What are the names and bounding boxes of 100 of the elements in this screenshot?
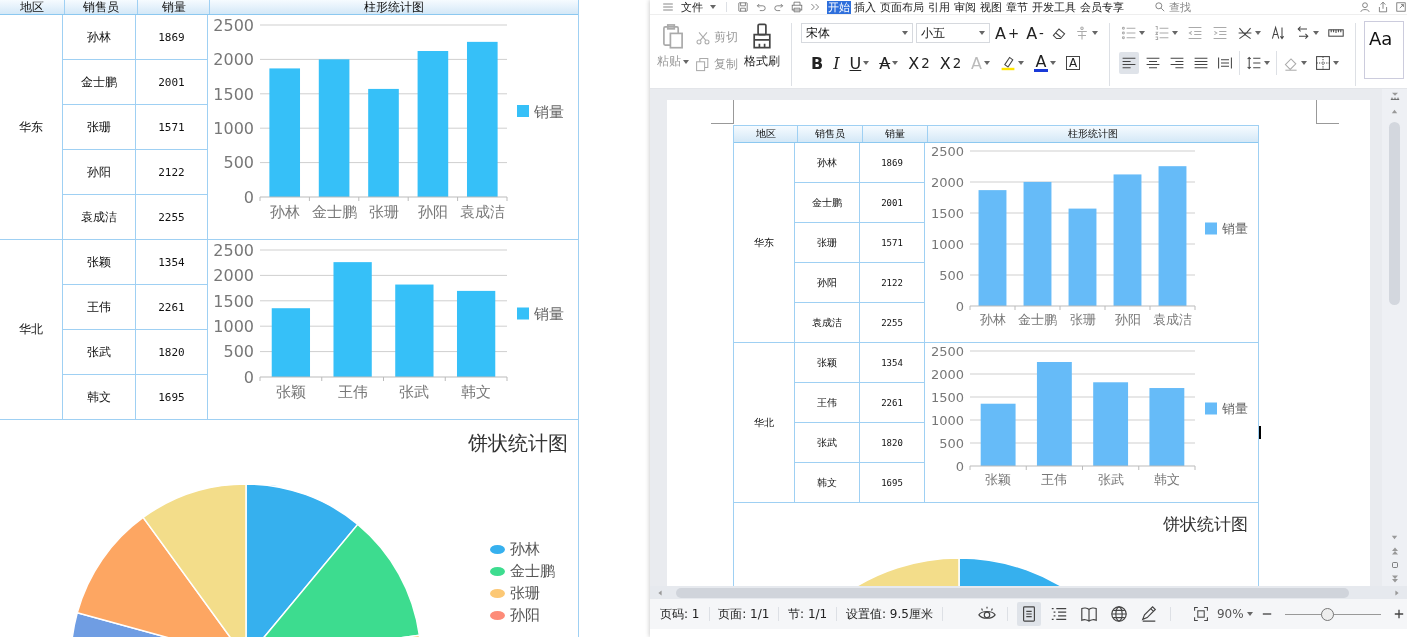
- vertical-scrollbar[interactable]: [1382, 89, 1407, 586]
- axis-label: 2500: [930, 143, 964, 159]
- align-icon: [1120, 55, 1137, 71]
- table-cell: 华北: [0, 240, 63, 419]
- chart-title: 饼状统计图: [1163, 513, 1248, 536]
- style-preview[interactable]: Aa: [1363, 21, 1404, 79]
- ribbon-tab[interactable]: 页面布局: [879, 0, 925, 14]
- axis-label: 500: [223, 342, 254, 362]
- browse-object-icon: [1389, 560, 1400, 570]
- ribbon-tab[interactable]: 开发工具: [1031, 0, 1077, 14]
- axis-label: 孙阳: [417, 203, 448, 221]
- table-cell: 孙林: [63, 15, 136, 59]
- caret-icon: [1300, 61, 1307, 65]
- axis-label: 1500: [930, 205, 964, 221]
- table-cell: 1354: [860, 343, 925, 382]
- column-header: 地区: [0, 0, 65, 14]
- page-view-button[interactable]: [1016, 602, 1041, 626]
- clipboard-button[interactable]: 格式刷: [742, 21, 782, 73]
- table-cell: 王伟: [795, 383, 860, 422]
- ruler-toggle-icon: [1388, 91, 1401, 103]
- line-spacing-icon: [1245, 55, 1262, 71]
- column-header: 柱形统计图: [1067, 127, 1119, 141]
- axis-label: 金士鹏: [1018, 312, 1057, 327]
- italic-button[interactable]: I: [831, 52, 842, 74]
- scroll-up-icon: [1390, 107, 1399, 116]
- search-button[interactable]: 查找: [1153, 0, 1192, 14]
- font-size-dropdown[interactable]: 小五: [916, 23, 990, 43]
- column-header: 销售员: [65, 0, 138, 14]
- table-cell: 2001: [860, 183, 925, 222]
- column-header: 销售员: [798, 126, 863, 142]
- caret-icon: [1332, 61, 1339, 65]
- zoom-dropdown[interactable]: 90%: [1216, 607, 1253, 621]
- axis-label: 张珊: [368, 203, 399, 221]
- axis-label: 2000: [213, 266, 254, 286]
- table-cell: 华东: [0, 15, 63, 239]
- more-icon: [809, 1, 821, 13]
- caret-icon: [1312, 31, 1319, 35]
- table-cell: 孙林: [795, 143, 860, 182]
- align-left-button[interactable]: [1118, 52, 1139, 74]
- axis-label: 1000: [213, 316, 254, 336]
- globe-icon: [1109, 605, 1128, 623]
- ribbon-tab[interactable]: 审阅: [953, 0, 977, 14]
- axis-label: 0: [243, 187, 254, 207]
- previous-page-icon: [1389, 546, 1400, 556]
- ribbon-tab[interactable]: 章节: [1005, 0, 1029, 14]
- ribbon-tab[interactable]: 开始: [827, 0, 851, 14]
- axis-label: 金士鹏: [311, 203, 357, 221]
- underline-button[interactable]: U: [847, 52, 872, 74]
- table-cell: 王伟: [63, 285, 136, 329]
- align-icon: [1192, 55, 1209, 71]
- scroll-thumb[interactable]: [676, 587, 1349, 598]
- axis-label: 孙林: [269, 203, 300, 221]
- strike-button[interactable]: A: [877, 52, 901, 74]
- table-cell: 1695: [860, 463, 925, 502]
- menu-button[interactable]: 文件: [680, 0, 704, 14]
- axis-label: 张武: [399, 383, 430, 401]
- bar: [271, 308, 310, 377]
- horizontal-scrollbar[interactable]: [650, 586, 1407, 599]
- ribbon-tab[interactable]: 视图: [979, 0, 1003, 14]
- legend-label: 销量: [1222, 401, 1248, 417]
- axis-label: 2500: [930, 343, 964, 359]
- legend-label: 金士鹏: [510, 562, 555, 581]
- table-cell: 1695: [136, 375, 208, 419]
- table-cell: 1571: [136, 105, 208, 149]
- bold-button[interactable]: B: [809, 52, 826, 74]
- layout-icon: [1236, 25, 1253, 41]
- slider-thumb[interactable]: [1321, 607, 1334, 621]
- caret-icon: [1246, 612, 1253, 616]
- font-name-dropdown[interactable]: 宋体: [801, 23, 913, 43]
- table-cell: 张珊: [63, 105, 136, 149]
- axis-label: 孙阳: [1114, 312, 1141, 327]
- print-icon: [791, 1, 803, 13]
- axis-label: 1000: [930, 236, 964, 252]
- table-cell: 袁成洁: [63, 195, 136, 239]
- table-cell: 2255: [136, 195, 208, 239]
- align-icon: [1144, 55, 1161, 71]
- align-icon: [1216, 55, 1233, 71]
- ribbon-tab[interactable]: 会员专享: [1079, 0, 1125, 14]
- table-cell: 袁成洁: [795, 303, 860, 342]
- scissors-icon: [695, 29, 711, 46]
- outdent-icon: [1186, 25, 1203, 41]
- caret-icon: [902, 31, 908, 35]
- color-button[interactable]: A: [1032, 52, 1059, 74]
- ribbon-tab[interactable]: 引用: [927, 0, 951, 14]
- caret-icon: [979, 31, 985, 35]
- axis-label: 500: [939, 435, 964, 451]
- ribbon-tab[interactable]: 插入: [853, 0, 877, 14]
- status-text: 页码: 1: [660, 605, 700, 623]
- table-cell: 金士鹏: [795, 183, 860, 222]
- highlighter-icon: [1000, 55, 1017, 71]
- table-cell: 1820: [136, 330, 208, 374]
- scroll-thumb[interactable]: [1389, 122, 1400, 305]
- clipboard-icon: [660, 23, 686, 49]
- column-header: 地区: [734, 126, 798, 142]
- copy-icon: [695, 56, 711, 73]
- axis-label: 1500: [213, 291, 254, 311]
- table-cell: 张武: [63, 330, 136, 374]
- next-page-icon: [1389, 574, 1400, 584]
- redo-icon: [773, 1, 785, 13]
- caret-icon: [984, 61, 991, 65]
